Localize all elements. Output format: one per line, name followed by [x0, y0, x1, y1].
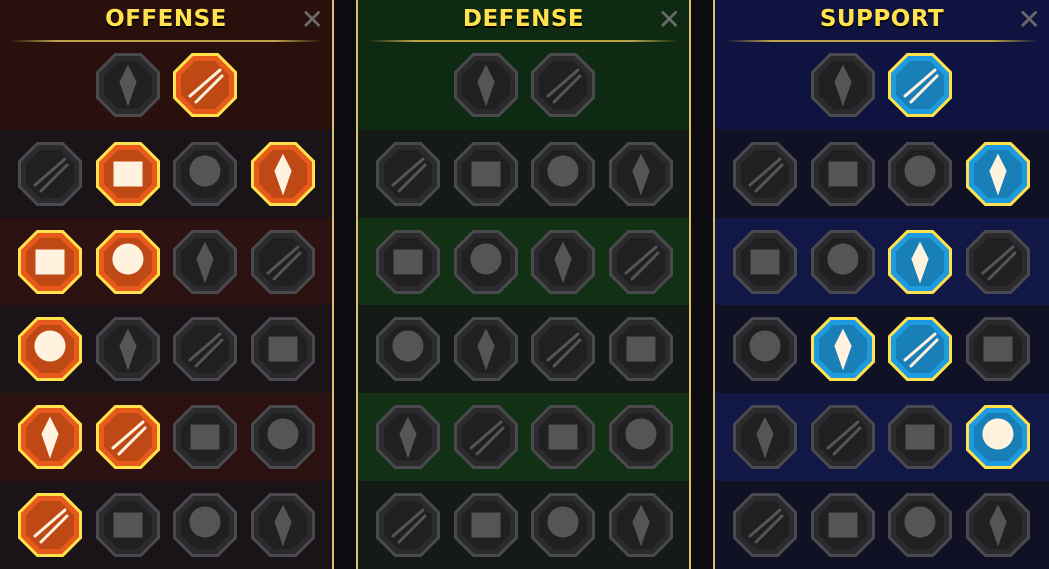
arrow-burst-icon[interactable] — [17, 404, 83, 470]
armor-plates-icon[interactable] — [453, 52, 519, 118]
knight-shield-icon[interactable] — [453, 229, 519, 295]
open-hand-icon[interactable] — [530, 316, 596, 382]
archer-icon[interactable] — [375, 229, 441, 295]
chained-heart-icon[interactable] — [732, 316, 798, 382]
offense-header: OFFENSE ✕ — [0, 0, 332, 42]
berserker-icon[interactable] — [250, 404, 316, 470]
support-row — [715, 481, 1049, 569]
heart-skull-icon[interactable] — [530, 229, 596, 295]
king-icon[interactable] — [375, 492, 441, 558]
heart-plus-icon[interactable] — [810, 52, 876, 118]
angry-eyes-icon[interactable] — [965, 316, 1031, 382]
defense-title: DEFENSE — [462, 6, 585, 32]
offense-close-icon[interactable]: ✕ — [301, 6, 324, 34]
defense-row — [358, 42, 689, 130]
ogre-icon[interactable] — [172, 492, 238, 558]
grabbing-fist-icon[interactable] — [887, 492, 953, 558]
raised-fist-icon[interactable] — [530, 52, 596, 118]
demon-icon[interactable] — [17, 141, 83, 207]
defense-row — [358, 130, 689, 218]
support-row — [715, 42, 1049, 130]
defense-header: DEFENSE ✕ — [358, 0, 689, 42]
blade-ring-icon[interactable] — [172, 404, 238, 470]
support-header: SUPPORT ✕ — [715, 0, 1049, 42]
chevron-shield-icon[interactable] — [375, 141, 441, 207]
offense-row — [0, 393, 332, 481]
crest-shield-icon[interactable] — [453, 492, 519, 558]
open-book-icon[interactable] — [887, 316, 953, 382]
twin-skulls-icon[interactable] — [95, 404, 161, 470]
horned-skull-icon[interactable] — [810, 492, 876, 558]
potion-icon[interactable] — [732, 492, 798, 558]
defense-row — [358, 305, 689, 393]
axe-icon[interactable] — [172, 316, 238, 382]
halo-figure-icon[interactable] — [608, 229, 674, 295]
comet-icon[interactable] — [810, 316, 876, 382]
support-title: SUPPORT — [819, 6, 945, 32]
defense-panel: DEFENSE ✕ — [356, 0, 691, 569]
defense-close-icon[interactable]: ✕ — [658, 6, 681, 34]
crossed-blades-icon[interactable] — [608, 141, 674, 207]
praying-hands-icon[interactable] — [732, 141, 798, 207]
support-close-icon[interactable]: ✕ — [1018, 6, 1041, 34]
compass-star-icon[interactable] — [732, 404, 798, 470]
crossed-swords-icon[interactable] — [95, 52, 161, 118]
offense-title: OFFENSE — [105, 6, 227, 32]
arrows-hit-icon[interactable] — [17, 229, 83, 295]
offense-row — [0, 218, 332, 306]
burning-heart-icon[interactable] — [250, 141, 316, 207]
support-row — [715, 393, 1049, 481]
cracked-ground-icon[interactable] — [887, 229, 953, 295]
support-row — [715, 130, 1049, 218]
sparkle-figure-icon[interactable] — [732, 229, 798, 295]
sun-skull-icon[interactable] — [530, 404, 596, 470]
knight-helm-icon[interactable] — [95, 492, 161, 558]
support-panel: SUPPORT ✕ — [713, 0, 1049, 569]
dagger-hand-icon[interactable] — [250, 229, 316, 295]
warrior-icon[interactable] — [530, 141, 596, 207]
eagle-icon[interactable] — [965, 492, 1031, 558]
offense-row — [0, 42, 332, 130]
defense-row — [358, 393, 689, 481]
defense-row — [358, 481, 689, 569]
hooded-face-icon[interactable] — [530, 492, 596, 558]
offense-row — [0, 130, 332, 218]
offense-row — [0, 305, 332, 393]
support-row — [715, 218, 1049, 306]
fangs-icon[interactable] — [95, 229, 161, 295]
crowd-icon[interactable] — [375, 316, 441, 382]
wind-dash-icon[interactable] — [965, 141, 1031, 207]
lightning-shield-icon[interactable] — [810, 229, 876, 295]
sword-sparks-icon[interactable] — [17, 492, 83, 558]
defense-row — [358, 218, 689, 306]
claws-icon[interactable] — [453, 404, 519, 470]
support-row — [715, 305, 1049, 393]
poison-skull-icon[interactable] — [887, 141, 953, 207]
arc-shield-icon[interactable] — [810, 141, 876, 207]
bleeding-heart-icon[interactable] — [17, 316, 83, 382]
hourglass-icon[interactable] — [453, 316, 519, 382]
dancing-figure-icon[interactable] — [965, 404, 1031, 470]
blade-strike-icon[interactable] — [95, 141, 161, 207]
sword-slash-icon[interactable] — [172, 52, 238, 118]
heart-shield-icon[interactable] — [453, 141, 519, 207]
lightning-chain-icon[interactable] — [250, 316, 316, 382]
deflect-icon[interactable] — [608, 404, 674, 470]
fist-icon[interactable] — [95, 316, 161, 382]
offense-panel: OFFENSE ✕ — [0, 0, 334, 569]
bull-icon[interactable] — [608, 316, 674, 382]
offense-row — [0, 481, 332, 569]
shield-bash-icon[interactable] — [172, 141, 238, 207]
skull-slash-icon[interactable] — [172, 229, 238, 295]
target-wind-icon[interactable] — [887, 52, 953, 118]
dash-runner-icon[interactable] — [375, 404, 441, 470]
winged-boot-icon[interactable] — [810, 404, 876, 470]
skull-burst-icon[interactable] — [250, 492, 316, 558]
shadow-figures-icon[interactable] — [965, 229, 1031, 295]
eye-icon[interactable] — [887, 404, 953, 470]
strongman-icon[interactable] — [608, 492, 674, 558]
